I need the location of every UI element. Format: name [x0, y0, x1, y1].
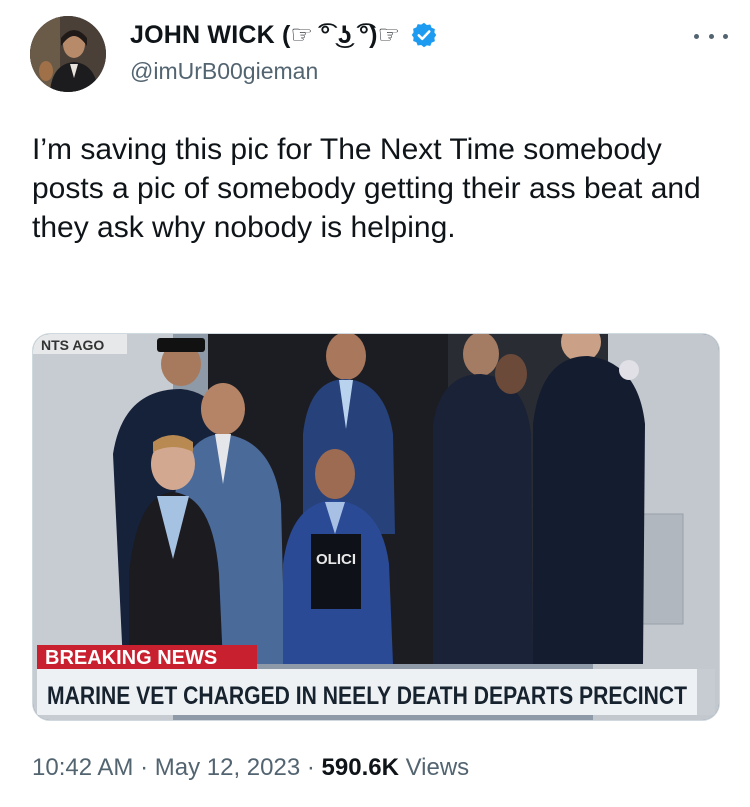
dot-icon: [708, 33, 714, 39]
chyron-time-label: NTS AGO: [41, 337, 104, 353]
meta-separator: ·: [306, 754, 315, 781]
news-headline: MARINE VET CHARGED IN NEELY DEATH DEPART…: [47, 682, 687, 710]
views-label: Views: [405, 754, 470, 781]
meta-separator: ·: [140, 754, 149, 781]
news-broadcast-image: OLICI NTS AGO BREAKING NEWS MARINE VET C…: [33, 334, 719, 720]
views-count: 590.6K: [321, 754, 399, 781]
author-name-row: JOHN WICK (☞ ͡° ͜ʖ ͡°)☞: [130, 20, 438, 50]
breaking-news-label: BREAKING NEWS: [45, 647, 217, 669]
tweet-time[interactable]: 10:42 AM: [32, 754, 133, 781]
police-vest-text: OLICI: [316, 551, 356, 568]
tweet-text: I’m saving this pic for The Next Time so…: [32, 133, 701, 244]
dot-icon: [723, 33, 728, 39]
avatar-image: [30, 16, 106, 92]
avatar[interactable]: [30, 16, 106, 92]
author-handle[interactable]: @imUrB00gieman: [130, 58, 318, 85]
tweet-media-photo[interactable]: OLICI NTS AGO BREAKING NEWS MARINE VET C…: [32, 333, 720, 721]
verified-badge-icon: [411, 22, 437, 48]
tweet-meta: 10:42 AM · May 12, 2023 · 590.6K Views: [32, 754, 469, 782]
more-options-icon[interactable]: [694, 26, 728, 46]
dot-icon: [694, 33, 699, 39]
tweet-date[interactable]: May 12, 2023: [155, 754, 300, 781]
author-display-name[interactable]: JOHN WICK (☞ ͡° ͜ʖ ͡°)☞: [130, 20, 400, 50]
